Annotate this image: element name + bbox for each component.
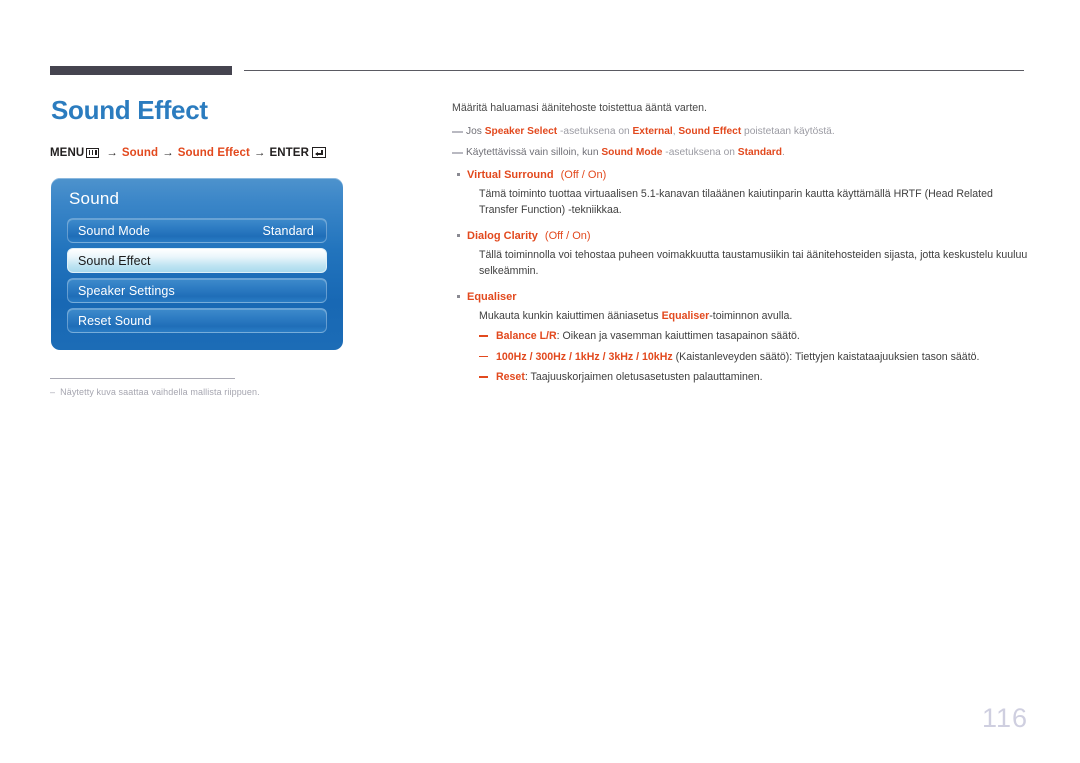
- right-column: Määritä haluamasi äänitehoste toistettua…: [452, 100, 1028, 394]
- feature-heading: Dialog Clarity (Off / On): [452, 228, 1028, 245]
- sub-item-term: Balance L/R: [496, 330, 557, 343]
- feature-options: (Off / On): [560, 169, 607, 182]
- feature-desc-part-2: -toiminnon avulla.: [709, 309, 793, 322]
- note-speaker-select: Jos Speaker Select -asetuksena on Extern…: [452, 124, 1028, 140]
- note-part-1: Käytettävissä vain silloin, kun: [466, 147, 602, 159]
- equaliser-sub-list: Balance L/R: Oikean ja vasemman kaiuttim…: [479, 328, 1028, 385]
- note-bold-external: External: [632, 126, 673, 138]
- list-item-equaliser: Equaliser Mukauta kunkin kaiuttimen ääni…: [452, 289, 1028, 386]
- note-text: Jos Speaker Select -asetuksena on Extern…: [466, 124, 835, 140]
- lead-paragraph: Määritä haluamasi äänitehoste toistettua…: [452, 102, 707, 114]
- sub-dash-icon: [479, 355, 488, 358]
- note-part-3: .: [781, 147, 785, 159]
- note-text: Käytettävissä vain silloin, kun Sound Mo…: [466, 145, 785, 161]
- enter-return-icon: [311, 147, 326, 159]
- note-part-2: -asetuksena on: [662, 147, 738, 159]
- menu-path-step-sound: Sound: [121, 146, 159, 159]
- osd-row-label: Sound Mode: [78, 223, 150, 238]
- feature-name: Equaliser: [467, 290, 517, 303]
- feature-description: Tällä toiminnolla voi tehostaa puheen vo…: [479, 247, 1028, 280]
- sub-item-rest: (Kaistanleveyden säätö): Tiettyjen kaist…: [672, 350, 980, 363]
- feature-options: (Off / On): [544, 229, 591, 242]
- sub-item-term: 100Hz / 300Hz / 1kHz / 3kHz / 10kHz: [496, 350, 673, 363]
- menu-path-breadcrumb: MENU → Sound → Sound Effect → ENTER: [50, 147, 430, 159]
- osd-sound-menu-panel: Sound Sound Mode Standard Sound Effect S…: [51, 178, 343, 350]
- note-bold-sound-effect: Sound Effect: [678, 126, 742, 138]
- list-item-virtual-surround: Virtual Surround (Off / On) Tämä toimint…: [452, 167, 1028, 219]
- feature-desc-part-1: Tällä toiminnolla voi tehostaa puheen vo…: [479, 248, 1028, 278]
- sub-item-text: Balance L/R: Oikean ja vasemman kaiuttim…: [496, 328, 800, 344]
- feature-list: Virtual Surround (Off / On) Tämä toimint…: [452, 167, 1028, 385]
- osd-panel-title: Sound: [69, 189, 120, 208]
- sub-dash-icon: [479, 376, 488, 378]
- sub-item-rest: : Oikean ja vasemman kaiuttimen tasapain…: [556, 330, 800, 343]
- note-bold-speaker-select: Speaker Select: [484, 126, 558, 138]
- footnote-dash: –: [50, 387, 56, 397]
- sub-item-balance: Balance L/R: Oikean ja vasemman kaiuttim…: [479, 328, 1028, 344]
- osd-row-label: Sound Effect: [78, 253, 151, 268]
- bullet-dot-icon: [457, 233, 460, 237]
- menu-path-step-sound-effect: Sound Effect: [177, 146, 250, 159]
- osd-row-value: Standard: [262, 223, 314, 238]
- page-number: 116: [981, 703, 1028, 733]
- list-item-dialog-clarity: Dialog Clarity (Off / On) Tällä toiminno…: [452, 228, 1028, 280]
- menu-path-arrow-2: →: [162, 146, 174, 159]
- feature-name: Dialog Clarity: [467, 229, 538, 242]
- note-dash-icon: [452, 131, 463, 134]
- sub-item-rest: : Taajuuskorjaimen oletusasetusten palau…: [524, 371, 763, 384]
- sub-dash-icon: [479, 335, 488, 337]
- note-part-2: -asetuksena on: [557, 126, 633, 138]
- bullet-dot-icon: [457, 294, 460, 298]
- feature-name: Virtual Surround: [467, 169, 554, 182]
- header-dark-bar: [50, 66, 232, 75]
- left-column: Sound Effect MENU → Sound → Sound Effect…: [50, 96, 430, 159]
- header-thin-rule: [244, 70, 1024, 71]
- menu-path-arrow-1: →: [106, 146, 118, 159]
- sub-item-reset: Reset: Taajuuskorjaimen oletusasetusten …: [479, 369, 1028, 385]
- note-part-1: Jos: [466, 126, 485, 138]
- footnote: – Näytetty kuva saattaa vaihdella mallis…: [50, 387, 390, 397]
- feature-description: Mukauta kunkin kaiuttimen ääniasetus Equ…: [479, 308, 1028, 324]
- sub-item-text: Reset: Taajuuskorjaimen oletusasetusten …: [496, 369, 763, 385]
- page-title: Sound Effect: [51, 95, 208, 125]
- osd-row-sound-effect[interactable]: Sound Effect: [67, 248, 327, 273]
- feature-desc-bold: Equaliser: [661, 309, 710, 322]
- footnote-text: Näytetty kuva saattaa vaihdella mallista…: [60, 387, 260, 397]
- manual-page: Sound Effect MENU → Sound → Sound Effect…: [0, 0, 1080, 763]
- note-bold-standard: Standard: [737, 147, 782, 159]
- osd-row-label: Speaker Settings: [78, 283, 175, 298]
- note-dash-icon: [452, 152, 463, 155]
- sub-item-bands: 100Hz / 300Hz / 1kHz / 3kHz / 10kHz (Kai…: [479, 349, 1028, 365]
- feature-description: Tämä toiminto tuottaa virtuaalisen 5.1-k…: [479, 186, 1028, 219]
- menu-path-arrow-3: →: [253, 146, 266, 159]
- feature-desc-part-1: Mukauta kunkin kaiuttimen ääniasetus: [479, 309, 662, 322]
- menu-bars-icon: [86, 147, 100, 158]
- osd-row-label: Reset Sound: [78, 313, 152, 328]
- osd-row-sound-mode[interactable]: Sound Mode Standard: [67, 218, 327, 243]
- note-sound-mode: Käytettävissä vain silloin, kun Sound Mo…: [452, 145, 1028, 161]
- bullet-dot-icon: [457, 173, 460, 177]
- feature-heading: Equaliser: [452, 289, 1028, 306]
- footnote-rule: [50, 378, 235, 379]
- feature-heading: Virtual Surround (Off / On): [452, 167, 1028, 184]
- osd-row-speaker-settings[interactable]: Speaker Settings: [67, 278, 327, 303]
- sub-item-text: 100Hz / 300Hz / 1kHz / 3kHz / 10kHz (Kai…: [496, 349, 979, 365]
- sub-item-term: Reset: [496, 371, 525, 384]
- note-part-4: poistetaan käytöstä.: [741, 126, 835, 138]
- menu-path-menu-label: MENU: [50, 146, 85, 159]
- feature-desc-part-1: Tämä toiminto tuottaa virtuaalisen 5.1-k…: [479, 188, 993, 217]
- menu-path-enter-label: ENTER: [269, 146, 309, 159]
- note-bold-sound-mode: Sound Mode: [601, 147, 663, 159]
- osd-row-reset-sound[interactable]: Reset Sound: [67, 308, 327, 333]
